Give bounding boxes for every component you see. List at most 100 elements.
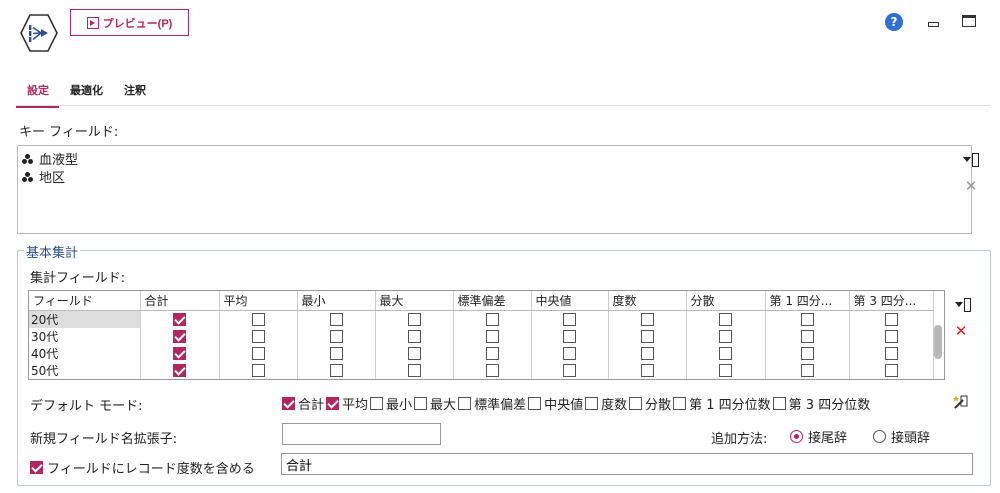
checkbox[interactable]: [485, 363, 499, 377]
checkbox[interactable]: [251, 346, 265, 360]
checkbox[interactable]: [640, 312, 654, 326]
checkbox[interactable]: [528, 397, 542, 410]
checkbox[interactable]: [329, 346, 343, 360]
checkbox[interactable]: [884, 329, 898, 343]
checkbox[interactable]: [772, 397, 786, 410]
column-header[interactable]: フィールド: [29, 291, 141, 311]
preview-button[interactable]: プレビュー(P): [70, 9, 189, 36]
field-name-cell[interactable]: 40代: [29, 344, 141, 362]
key-fields-list[interactable]: 血液型 地区: [17, 145, 972, 234]
column-header[interactable]: 第 3 四分...: [849, 291, 934, 311]
column-header[interactable]: 合計: [140, 291, 220, 311]
checkbox[interactable]: [719, 329, 732, 343]
column-header[interactable]: 平均: [219, 291, 298, 311]
checkbox[interactable]: [719, 312, 732, 326]
checkbox[interactable]: [326, 397, 340, 410]
list-item[interactable]: 地区: [22, 167, 65, 186]
help-icon[interactable]: ?: [885, 13, 903, 31]
checkbox[interactable]: [407, 329, 421, 343]
column-header[interactable]: 度数: [608, 291, 687, 311]
default-mode-option[interactable]: 標準偏差: [458, 394, 526, 413]
checkbox[interactable]: [629, 397, 643, 410]
checkbox[interactable]: [30, 461, 43, 474]
field-name-cell[interactable]: 30代: [29, 327, 141, 345]
checkbox[interactable]: [173, 346, 186, 360]
prefix-radio[interactable]: 接頭辞: [873, 427, 930, 446]
new-field-ext-input[interactable]: [282, 423, 441, 445]
checkbox[interactable]: [173, 312, 186, 326]
checkbox[interactable]: [563, 312, 576, 326]
maximize-icon[interactable]: [962, 15, 976, 27]
checkbox[interactable]: [251, 329, 265, 343]
checkbox[interactable]: [884, 363, 898, 377]
delete-icon[interactable]: ✕: [953, 322, 969, 340]
checkbox[interactable]: [251, 363, 265, 377]
checkbox[interactable]: [485, 312, 499, 326]
checkbox[interactable]: [563, 329, 576, 343]
checkbox[interactable]: [563, 363, 576, 377]
checkbox[interactable]: [800, 312, 814, 326]
tab-settings[interactable]: 設定: [16, 80, 59, 108]
checkbox[interactable]: [173, 363, 186, 377]
checkbox[interactable]: [640, 363, 654, 377]
agg-fields-table[interactable]: フィールド 合計 平均 最小 最大 標準偏差 中央値 度数 分散 第 1 四分.…: [28, 290, 945, 380]
field-picker-icon[interactable]: [955, 297, 971, 312]
checkbox[interactable]: [407, 312, 421, 326]
include-count-checkbox[interactable]: フィールドにレコード度数を含める: [30, 458, 255, 477]
checkbox[interactable]: [800, 329, 814, 343]
checkbox[interactable]: [173, 329, 186, 343]
table-row[interactable]: 40代: [29, 344, 934, 362]
apply-defaults-icon[interactable]: [952, 394, 968, 410]
column-header[interactable]: 標準偏差: [453, 291, 532, 311]
checkbox[interactable]: [485, 329, 499, 343]
default-mode-option[interactable]: 第 1 四分位数: [673, 394, 771, 413]
checkbox[interactable]: [329, 363, 343, 377]
checkbox[interactable]: [640, 329, 654, 343]
checkbox[interactable]: [719, 346, 732, 360]
checkbox[interactable]: [370, 397, 384, 410]
delete-icon[interactable]: ✕: [963, 177, 979, 195]
default-mode-option[interactable]: 平均: [326, 394, 368, 413]
checkbox[interactable]: [884, 346, 898, 360]
default-mode-option[interactable]: 中央値: [528, 394, 583, 413]
column-header[interactable]: 最小: [297, 291, 376, 311]
table-row[interactable]: 50代: [29, 361, 934, 379]
checkbox[interactable]: [485, 346, 499, 360]
checkbox[interactable]: [563, 346, 576, 360]
checkbox[interactable]: [719, 363, 732, 377]
checkbox[interactable]: [800, 363, 814, 377]
table-row[interactable]: 60代: [29, 378, 934, 379]
default-mode-option[interactable]: 度数: [585, 394, 627, 413]
suffix-radio[interactable]: 接尾辞: [790, 427, 847, 446]
default-mode-option[interactable]: 第 3 四分位数: [772, 394, 870, 413]
checkbox[interactable]: [640, 346, 654, 360]
table-row[interactable]: 20代: [29, 310, 934, 328]
checkbox[interactable]: [282, 397, 295, 410]
minimize-icon[interactable]: [927, 16, 939, 28]
default-mode-option[interactable]: 合計: [282, 394, 324, 413]
tab-optimize[interactable]: 最適化: [59, 80, 113, 108]
field-picker-icon[interactable]: [963, 152, 979, 167]
column-header[interactable]: 最大: [375, 291, 454, 311]
default-mode-option[interactable]: 最大: [414, 394, 456, 413]
default-mode-option[interactable]: 分散: [629, 394, 671, 413]
radio-button[interactable]: [873, 430, 886, 443]
checkbox[interactable]: [251, 312, 265, 326]
checkbox[interactable]: [329, 329, 343, 343]
list-item[interactable]: 血液型: [22, 149, 78, 168]
field-name-cell[interactable]: 20代: [29, 310, 141, 328]
table-row[interactable]: 30代: [29, 327, 934, 345]
column-header[interactable]: 第 1 四分...: [765, 291, 850, 311]
field-name-cell[interactable]: 50代: [29, 361, 141, 379]
default-mode-option[interactable]: 最小: [370, 394, 412, 413]
checkbox[interactable]: [884, 312, 898, 326]
checkbox[interactable]: [414, 397, 428, 410]
tab-annotations[interactable]: 注釈: [113, 80, 156, 108]
field-name-cell[interactable]: 60代: [29, 378, 141, 379]
checkbox[interactable]: [800, 346, 814, 360]
checkbox[interactable]: [329, 312, 343, 326]
column-header[interactable]: 分散: [686, 291, 766, 311]
checkbox[interactable]: [458, 397, 472, 410]
checkbox[interactable]: [673, 397, 687, 410]
radio-button[interactable]: [790, 430, 803, 443]
